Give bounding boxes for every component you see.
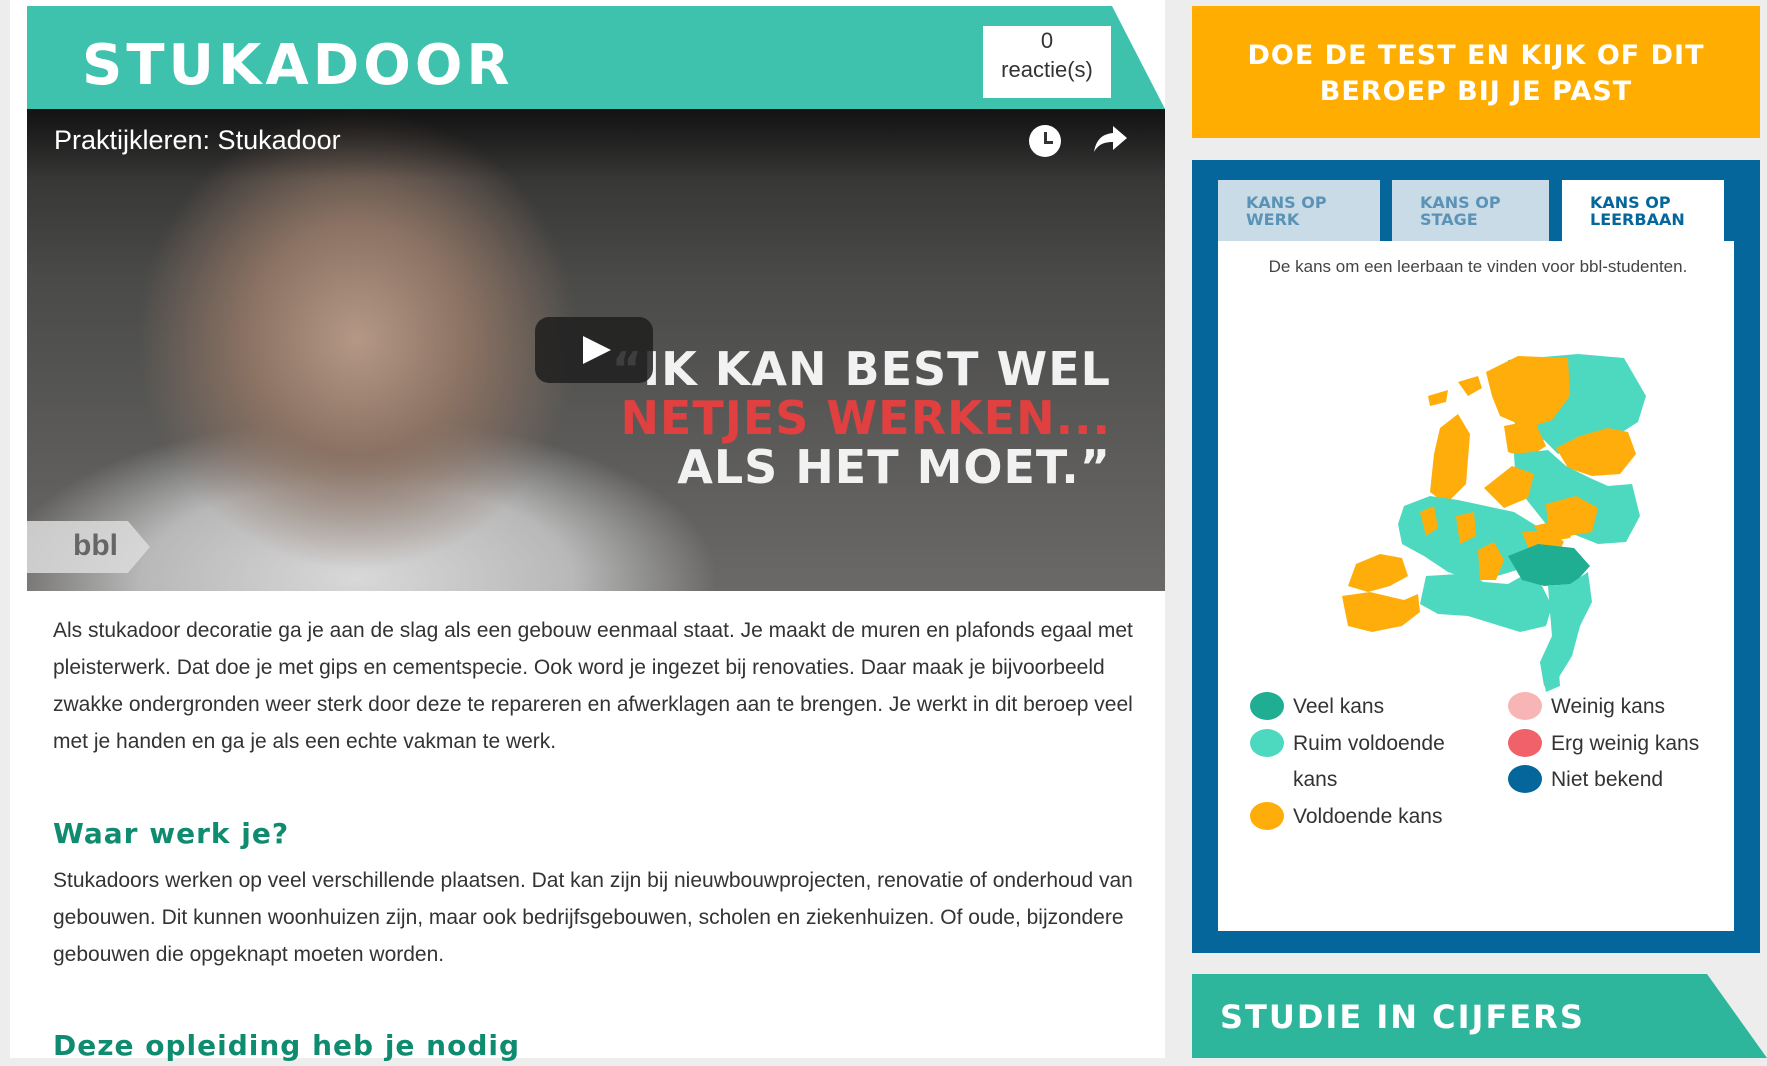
legend-dot bbox=[1250, 802, 1284, 830]
legend-label: Voldoende kans bbox=[1293, 805, 1443, 828]
where-paragraph: Stukadoors werken op veel verschillende … bbox=[53, 869, 1133, 966]
studie-in-cijfers-banner: STUDIE IN CIJFERS bbox=[1192, 974, 1767, 1058]
legend-label: Ruim voldoende kans bbox=[1293, 732, 1445, 791]
legend-dot bbox=[1508, 729, 1542, 757]
netherlands-region-map[interactable] bbox=[1308, 336, 1688, 706]
legend-dot bbox=[1250, 692, 1284, 720]
comment-count-button[interactable]: 0 reactie(s) bbox=[983, 26, 1111, 98]
career-test-button[interactable]: DOE DE TEST EN KIJK OF DIT BEROEP BIJ JE… bbox=[1192, 6, 1760, 138]
video-quote: “IK KAN BEST WEL NETJES WERKEN... ALS HE… bbox=[612, 345, 1111, 492]
legend-label: Niet bekend bbox=[1551, 768, 1664, 791]
video-title[interactable]: Praktijkleren: Stukadoor bbox=[54, 125, 341, 156]
quote-line-3: ALS HET MOET.” bbox=[677, 440, 1111, 494]
map-description: De kans om een leerbaan te vinden voor b… bbox=[1268, 257, 1688, 276]
play-icon[interactable] bbox=[535, 317, 653, 383]
clock-icon[interactable] bbox=[1023, 117, 1067, 161]
heading-education: Deze opleiding heb je nodig bbox=[53, 1029, 521, 1062]
bbl-logo-badge: bbl bbox=[27, 521, 150, 573]
legend-label: Veel kans bbox=[1293, 695, 1385, 718]
heading-where-you-work: Waar werk je? bbox=[53, 817, 290, 850]
map-card: De kans om een leerbaan te vinden voor b… bbox=[1218, 241, 1734, 931]
quote-line-2: NETJES WERKEN... bbox=[620, 391, 1111, 445]
studie-heading: STUDIE IN CIJFERS bbox=[1220, 998, 1585, 1036]
legend-dot bbox=[1508, 765, 1542, 793]
title-banner: STUKADOOR 0 reactie(s) bbox=[27, 6, 1165, 109]
share-icon[interactable] bbox=[1089, 117, 1133, 161]
tab-kans-op-leerbaan[interactable]: KANS OP LEERBAAN bbox=[1562, 180, 1724, 245]
legend-label: Weinig kans bbox=[1551, 695, 1666, 718]
quote-line-1: “IK KAN BEST WEL bbox=[611, 342, 1111, 396]
legend-dot bbox=[1508, 692, 1542, 720]
legend-label: Erg weinig kans bbox=[1551, 732, 1700, 755]
video-player[interactable]: Praktijkleren: Stukadoor “IK KAN BEST WE… bbox=[27, 109, 1165, 591]
chance-map-panel: KANS OP WERK KANS OP STAGE KANS OP LEERB… bbox=[1192, 160, 1760, 953]
comment-count: 0 bbox=[1040, 28, 1054, 53]
legend-dot bbox=[1250, 729, 1284, 757]
intro-paragraph: Als stukadoor decoratie ga je aan de sla… bbox=[53, 619, 1133, 753]
page-title: STUKADOOR bbox=[82, 33, 514, 98]
tab-kans-op-stage[interactable]: KANS OP STAGE bbox=[1392, 180, 1549, 241]
tab-kans-op-werk[interactable]: KANS OP WERK bbox=[1218, 180, 1380, 241]
comment-label: reactie(s) bbox=[1001, 57, 1093, 82]
bbl-logo: bbl bbox=[73, 529, 118, 562]
career-test-label: DOE DE TEST EN KIJK OF DIT BEROEP BIJ JE… bbox=[1247, 40, 1705, 107]
